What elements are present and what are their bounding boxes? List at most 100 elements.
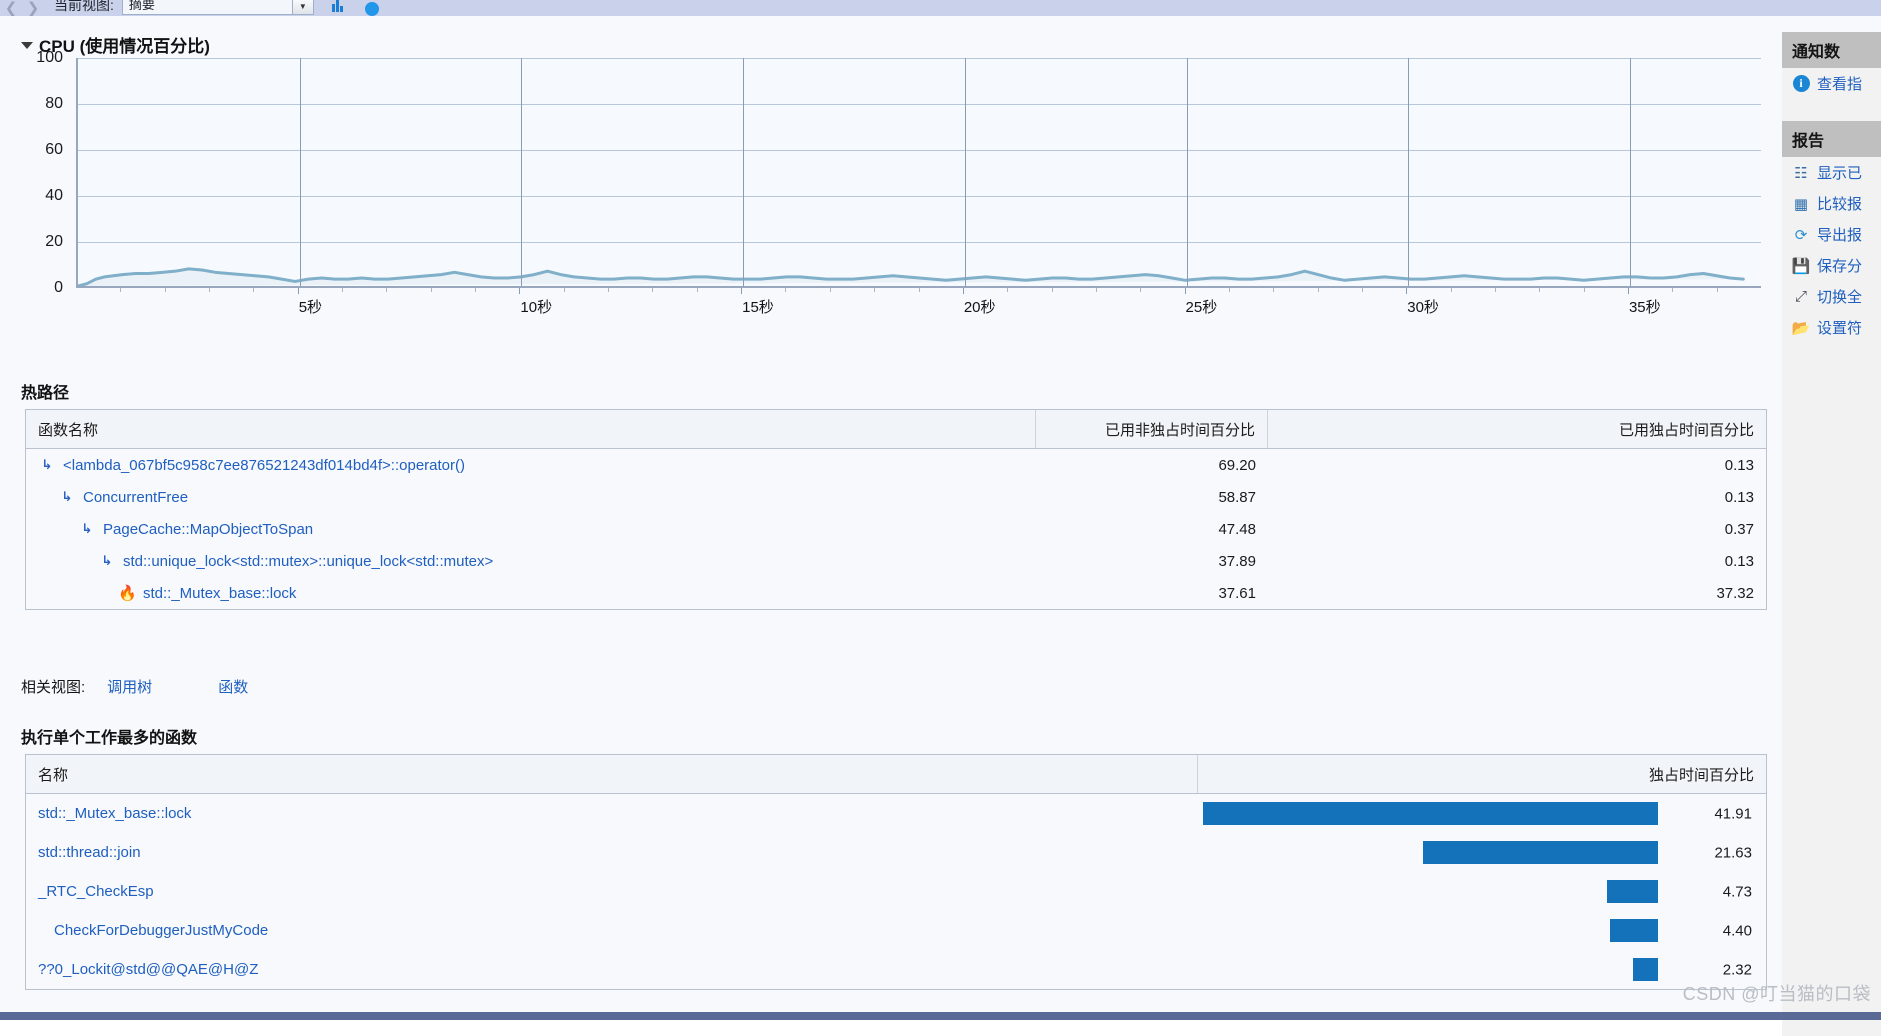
sidebar-item-folder[interactable]: 📂 设置符 <box>1782 312 1881 343</box>
exclusive-percent-cell: 41.91 <box>1198 794 1766 833</box>
hotpath-col-inclusive[interactable]: 已用非独占时间百分比 <box>1036 410 1268 448</box>
y-axis-tick-label: 80 <box>45 95 63 112</box>
x-axis-minor-tick <box>1273 288 1275 292</box>
bottom-edge-strip <box>0 1012 1881 1020</box>
x-axis-minor-tick <box>209 288 211 292</box>
chart-y-axis: 100 80 60 40 20 0 <box>21 49 69 296</box>
current-view-select[interactable]: 摘要 ▼ <box>121 0 314 15</box>
value-bar <box>1632 958 1658 981</box>
chart-gridline <box>78 242 1761 243</box>
function-name[interactable]: <lambda_067bf5c958c7ee876521243df014bd4f… <box>63 457 465 474</box>
hotpath-table: 函数名称 已用非独占时间百分比 已用独占时间百分比 ↳ <lambda_067bf… <box>25 409 1767 610</box>
value-bar <box>1610 919 1658 942</box>
chart-gridline-vertical <box>743 58 745 286</box>
function-name[interactable]: PageCache::MapObjectToSpan <box>103 521 313 538</box>
function-name[interactable]: std::unique_lock<std::mutex>::unique_loc… <box>123 553 493 570</box>
x-axis-minor-tick <box>1317 288 1319 292</box>
table-row[interactable]: ↳ PageCache::MapObjectToSpan 47.48 0.37 <box>26 513 1766 545</box>
cpu-line-series <box>78 58 1761 286</box>
folder-icon: 📂 <box>1791 319 1811 337</box>
sidebar-item-label: 显示已 <box>1817 165 1863 182</box>
function-name[interactable]: _RTC_CheckEsp <box>26 883 1198 900</box>
table-row[interactable]: ??0_Lockit@std@@QAE@H@Z 2.32 <box>26 950 1766 989</box>
exclusive-percent: 0.13 <box>1724 552 1754 570</box>
right-sidebar: 通知数 i 查看指 报告 ☷ 显示已 ▦ 比较报 ⟳ 导出报 💾 保存分 ⤢ 切换全 📂 设置符 <box>1782 32 1881 1036</box>
export-icon: ⟳ <box>1794 226 1808 244</box>
x-axis-minor-tick <box>430 288 432 292</box>
hotpath-rows: ↳ <lambda_067bf5c958c7ee876521243df014bd4… <box>26 449 1766 609</box>
function-name[interactable]: std::_Mutex_base::lock <box>26 805 1198 822</box>
value-label: 21.63 <box>1714 844 1752 861</box>
table-row[interactable]: CheckForDebuggerJustMyCode 4.40 <box>26 911 1766 950</box>
info-icon: i <box>1790 75 1812 92</box>
chart-gridline <box>78 150 1761 151</box>
x-axis-tick <box>519 288 521 294</box>
inclusive-percent: 47.48 <box>1218 520 1256 538</box>
related-view-link-functions[interactable]: 函数 <box>218 676 248 697</box>
related-views-label: 相关视图: <box>21 679 86 696</box>
functions-table: 名称 独占时间百分比 std::_Mutex_base::lock 41.91 st… <box>25 754 1767 990</box>
list-icon: ☷ <box>1794 164 1808 182</box>
x-axis-minor-tick <box>608 288 610 292</box>
functions-header-row: 名称 独占时间百分比 <box>26 755 1766 794</box>
table-row[interactable]: ↳ <lambda_067bf5c958c7ee876521243df014bd4… <box>26 449 1766 481</box>
hotpath-header-row: 函数名称 已用非独占时间百分比 已用独占时间百分比 <box>26 410 1766 449</box>
x-axis-minor-tick <box>1672 288 1674 292</box>
inclusive-percent: 37.89 <box>1218 552 1256 570</box>
x-axis-tick <box>962 288 964 294</box>
sidebar-item-fullscreen[interactable]: ⤢ 切换全 <box>1782 281 1881 312</box>
sidebar-item-list[interactable]: ☷ 显示已 <box>1782 157 1881 188</box>
table-row[interactable]: 🔥 std::_Mutex_base::lock 37.61 37.32 <box>26 577 1766 609</box>
sidebar-item-compare[interactable]: ▦ 比较报 <box>1782 188 1881 219</box>
x-axis-minor-tick <box>652 288 654 292</box>
sidebar-item-info[interactable]: i 查看指 <box>1782 68 1881 99</box>
sidebar-item-label: 比较报 <box>1817 196 1863 213</box>
table-row[interactable]: ↳ std::unique_lock<std::mutex>::unique_lo… <box>26 545 1766 577</box>
x-axis-minor-tick <box>829 288 831 292</box>
related-view-link-calltree[interactable]: 调用树 <box>107 676 152 697</box>
function-name[interactable]: ConcurrentFree <box>83 489 188 506</box>
x-axis-minor-tick <box>785 288 787 292</box>
function-name[interactable]: std::_Mutex_base::lock <box>143 585 296 602</box>
value-label: 2.32 <box>1722 961 1752 978</box>
value-label: 4.40 <box>1722 922 1752 939</box>
functions-col-exclusive[interactable]: 独占时间百分比 <box>1198 755 1766 793</box>
table-row[interactable]: ↳ ConcurrentFree 58.87 0.13 <box>26 481 1766 513</box>
chevron-left-icon[interactable]: ❮ <box>0 0 22 16</box>
sidebar-item-label: 切换全 <box>1817 289 1863 306</box>
x-axis-minor-tick <box>874 288 876 292</box>
circle-icon[interactable] <box>362 0 382 16</box>
x-axis-minor-tick <box>918 288 920 292</box>
chevron-down-icon[interactable]: ▼ <box>291 0 313 14</box>
x-axis-minor-tick <box>1716 288 1718 292</box>
function-name[interactable]: std::thread::join <box>26 844 1198 861</box>
chart-plot-area[interactable] <box>76 58 1761 288</box>
functions-col-name[interactable]: 名称 <box>26 755 1198 793</box>
x-axis-minor-tick <box>164 288 166 292</box>
hotpath-col-exclusive[interactable]: 已用独占时间百分比 <box>1268 410 1766 448</box>
table-row[interactable]: _RTC_CheckEsp 4.73 <box>26 872 1766 911</box>
chart-gridline-vertical <box>1408 58 1410 286</box>
bar-chart-icon[interactable] <box>328 0 348 16</box>
sidebar-item-export[interactable]: ⟳ 导出报 <box>1782 219 1881 250</box>
hotpath-col-function[interactable]: 函数名称 <box>26 410 1036 448</box>
call-arrow-icon: ↳ <box>61 489 73 504</box>
function-name[interactable]: ??0_Lockit@std@@QAE@H@Z <box>26 961 1198 978</box>
sidebar-item-save[interactable]: 💾 保存分 <box>1782 250 1881 281</box>
triangle-collapse-icon[interactable] <box>21 42 33 49</box>
x-axis-minor-tick <box>1140 288 1142 292</box>
x-axis-tick <box>297 288 299 294</box>
table-row[interactable]: std::thread::join 21.63 <box>26 833 1766 872</box>
table-row[interactable]: std::_Mutex_base::lock 41.91 <box>26 794 1766 833</box>
value-label: 41.91 <box>1714 805 1752 822</box>
x-axis-minor-tick <box>1051 288 1053 292</box>
x-axis-tick <box>1184 288 1186 294</box>
x-axis-minor-tick <box>696 288 698 292</box>
sidebar-item-label: 查看指 <box>1817 76 1863 93</box>
chevron-right-icon[interactable]: ❯ <box>22 0 44 16</box>
x-axis-minor-tick <box>1361 288 1363 292</box>
inclusive-percent: 37.61 <box>1218 584 1256 602</box>
chart-gridline-vertical <box>964 58 966 286</box>
exclusive-percent: 0.13 <box>1724 488 1754 506</box>
function-name[interactable]: CheckForDebuggerJustMyCode <box>26 922 1198 939</box>
